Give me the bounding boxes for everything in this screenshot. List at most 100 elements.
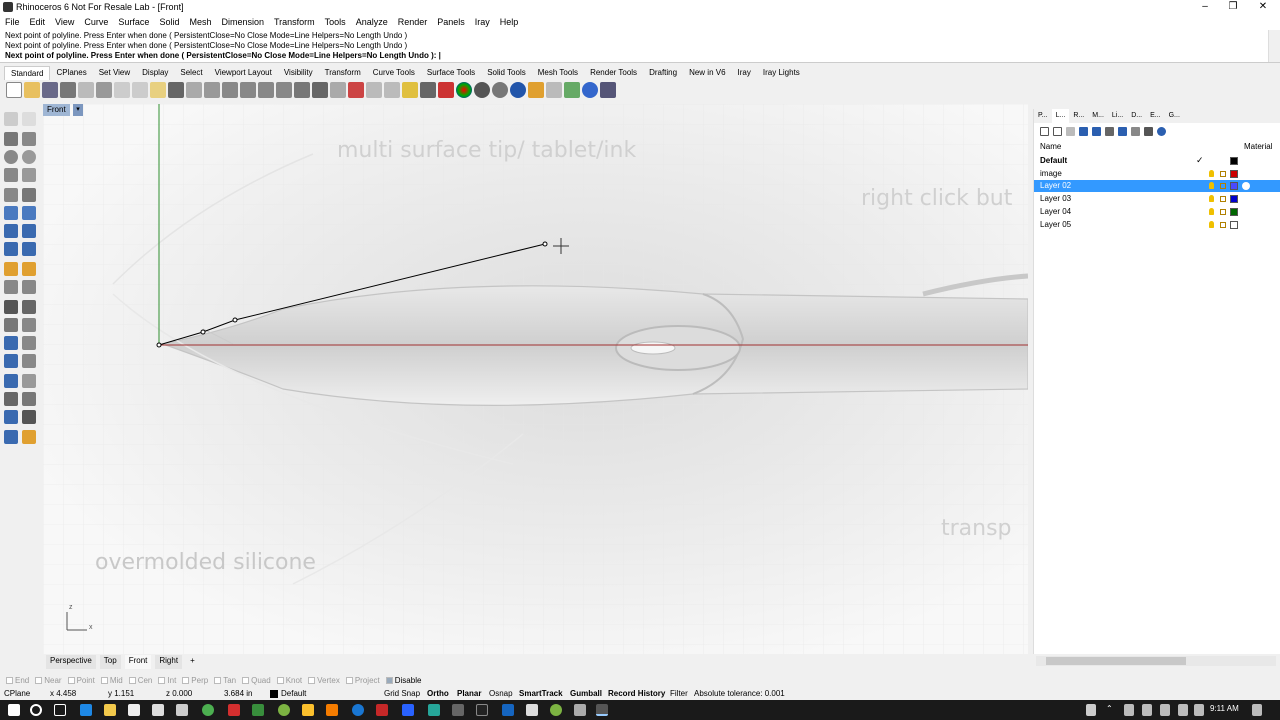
menu-surface[interactable]: Surface (118, 15, 149, 30)
tab-top[interactable]: Top (99, 655, 121, 669)
menu-view[interactable]: View (55, 15, 74, 30)
app-icon[interactable] (428, 704, 440, 716)
tab-viewport-layout[interactable]: Viewport Layout (209, 66, 278, 80)
status-layer[interactable]: Default (281, 689, 306, 698)
app-icon[interactable] (452, 704, 464, 716)
mesh-icon[interactable] (22, 242, 36, 256)
move-up-icon[interactable] (1079, 126, 1088, 136)
app-icon[interactable] (278, 704, 290, 716)
cylinder-icon[interactable] (4, 242, 18, 256)
filter-icon[interactable] (1118, 126, 1127, 136)
osnap-mid[interactable]: Mid (100, 676, 123, 685)
mail-icon[interactable] (152, 704, 164, 716)
four-views-icon[interactable] (312, 82, 328, 98)
osnap-near[interactable]: Near (35, 676, 62, 685)
person-icon[interactable] (1086, 704, 1096, 716)
front-viewport[interactable]: multi surface tip/ tablet/ink right clic… (43, 104, 1028, 654)
osnap-knot[interactable]: Knot (276, 676, 302, 685)
polyline-icon[interactable] (4, 132, 18, 146)
tab-materials[interactable]: M... (1088, 109, 1108, 123)
menu-transform[interactable]: Transform (274, 15, 315, 30)
help-icon[interactable] (1157, 126, 1166, 136)
current-layer-check-icon[interactable]: ✓ (1196, 155, 1204, 166)
tab-display[interactable]: Display (136, 66, 174, 80)
tab-solid-tools[interactable]: Solid Tools (481, 66, 532, 80)
tray-chevron-icon[interactable]: ⌃ (1106, 704, 1113, 713)
layer-color-swatch[interactable] (1230, 182, 1238, 191)
lock-icon[interactable] (1220, 170, 1226, 177)
column-material[interactable]: Material (1244, 142, 1272, 151)
osnap-point[interactable]: Point (67, 676, 95, 685)
search-icon[interactable] (30, 704, 42, 716)
lightbulb-icon[interactable] (1209, 220, 1214, 228)
lock-icon[interactable] (1220, 208, 1226, 215)
tab-drafting[interactable]: Drafting (643, 66, 683, 80)
app-icon[interactable] (502, 704, 514, 716)
osnap-perp[interactable]: Perp (182, 676, 208, 685)
app-icon[interactable] (402, 704, 414, 716)
tab-ground-plane[interactable]: G... (1165, 109, 1184, 123)
zoom-icon[interactable] (222, 82, 238, 98)
app-icon[interactable] (326, 704, 338, 716)
new-file-icon[interactable] (6, 82, 22, 98)
close-button[interactable]: ✕ (1248, 0, 1278, 15)
layer-color-swatch[interactable] (1230, 195, 1238, 204)
app-icon[interactable] (376, 704, 388, 716)
rhino-taskbar-icon[interactable] (596, 704, 608, 716)
color-wheel-icon[interactable] (456, 82, 472, 98)
menu-file[interactable]: File (5, 15, 20, 30)
layer-name[interactable]: Layer 02 (1040, 181, 1071, 190)
menu-render[interactable]: Render (398, 15, 428, 30)
delete-layer-icon[interactable] (1066, 126, 1075, 136)
layer-row[interactable]: Layer 05 (1034, 219, 1280, 231)
menu-help[interactable]: Help (500, 15, 519, 30)
pan-hand-icon[interactable] (186, 82, 202, 98)
lock-icon[interactable] (1220, 221, 1226, 228)
print-icon[interactable] (60, 82, 76, 98)
render-icon[interactable] (4, 430, 18, 444)
cut-icon[interactable] (114, 82, 130, 98)
layer-row[interactable]: Layer 04 (1034, 206, 1280, 218)
rendered-sphere-icon[interactable] (510, 82, 526, 98)
rectangle-icon[interactable] (22, 168, 36, 182)
layer-row[interactable]: Default ✓ (1034, 155, 1280, 167)
app-icon[interactable] (476, 704, 488, 716)
move-down-icon[interactable] (1092, 126, 1101, 136)
menu-tools[interactable]: Tools (325, 15, 346, 30)
scale-icon[interactable] (22, 354, 36, 368)
menu-curve[interactable]: Curve (84, 15, 108, 30)
tab-standard[interactable]: Standard (4, 66, 51, 80)
tab-visibility[interactable]: Visibility (278, 66, 319, 80)
polygon-icon[interactable] (4, 188, 18, 202)
polyline-point[interactable] (232, 317, 238, 323)
chevron-down-icon[interactable]: ▾ (73, 104, 83, 116)
import-icon[interactable] (78, 82, 94, 98)
tab-new-in-v6[interactable]: New in V6 (683, 66, 731, 80)
lock-icon[interactable] (1220, 196, 1226, 203)
light-tool-icon[interactable] (22, 430, 36, 444)
select-all-icon[interactable] (366, 82, 382, 98)
zoom-extents-icon[interactable] (258, 82, 274, 98)
task-view-icon[interactable] (54, 704, 66, 716)
zoom-selected-icon[interactable] (276, 82, 292, 98)
lightbulb-icon[interactable] (1209, 169, 1214, 177)
layer-color-swatch[interactable] (1230, 169, 1238, 178)
lock-objects-icon[interactable] (420, 82, 436, 98)
maximize-button[interactable]: ❐ (1218, 0, 1248, 15)
column-name[interactable]: Name (1040, 142, 1061, 151)
app-icon[interactable] (574, 704, 586, 716)
lightbulb-icon[interactable] (1209, 182, 1214, 190)
add-viewport-button[interactable]: + (186, 655, 199, 669)
layer-row[interactable]: image (1034, 168, 1280, 180)
open-file-icon[interactable] (24, 82, 40, 98)
panel-scrollbar[interactable] (1036, 656, 1276, 666)
app-icon[interactable] (526, 704, 538, 716)
layer-icon[interactable] (438, 82, 454, 98)
plugin-icon[interactable] (600, 82, 616, 98)
tab-libraries[interactable]: Li... (1108, 109, 1127, 123)
menu-edit[interactable]: Edit (30, 15, 46, 30)
app-icon[interactable] (302, 704, 314, 716)
copy-object-icon[interactable] (4, 354, 18, 368)
keyboard-icon[interactable] (1194, 704, 1204, 716)
viewport-title[interactable]: Front (43, 104, 70, 116)
